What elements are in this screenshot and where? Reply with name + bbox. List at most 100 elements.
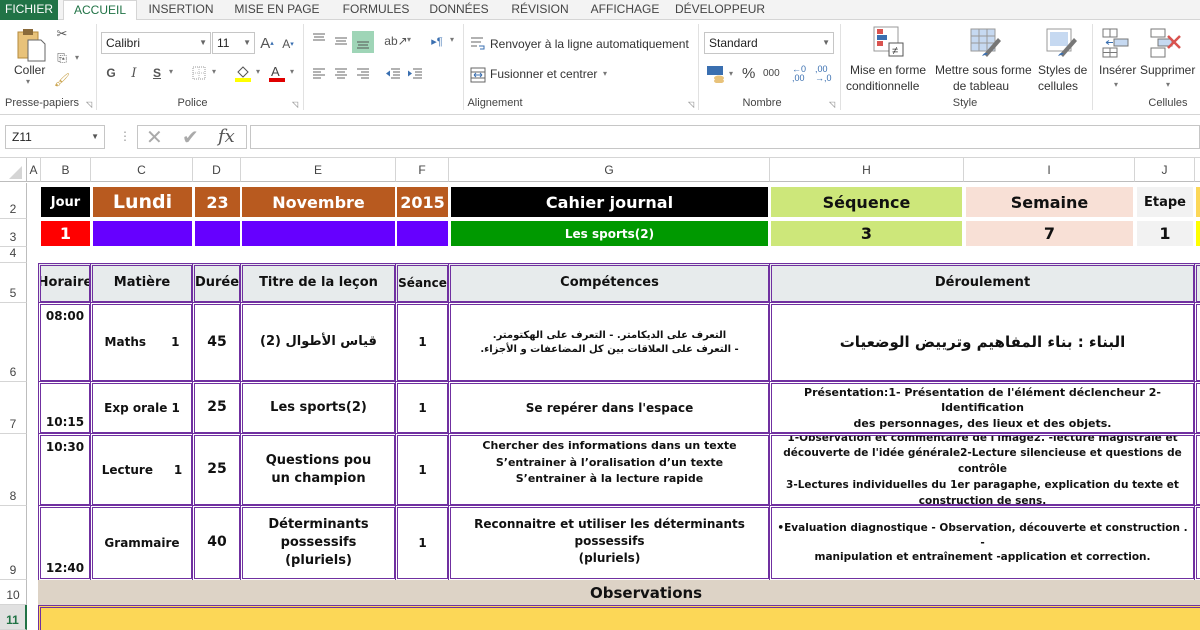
conditional-formatting-label-1[interactable]: Mise en forme — [850, 63, 926, 77]
sequence-label-cell[interactable]: Séquence — [771, 187, 962, 217]
underline-dropdown-icon[interactable]: ▾ — [169, 67, 173, 76]
journal-title-cell[interactable]: Cahier journal — [451, 187, 768, 217]
fill-color-icon[interactable] — [234, 64, 252, 87]
week-label-cell[interactable]: Semaine — [966, 187, 1133, 217]
increase-decimal-icon[interactable]: ←0,00 — [792, 65, 806, 83]
table-row-4-title[interactable]: Déterminants possessifs (pluriels) — [240, 505, 397, 581]
table-row-1-time[interactable]: 08:00 — [38, 302, 92, 383]
copy-icon[interactable]: ⎘ — [53, 49, 71, 67]
column-header-d[interactable]: D — [193, 158, 241, 182]
purple-cell-f3[interactable] — [397, 221, 448, 246]
align-right-icon[interactable] — [356, 67, 370, 86]
clipboard-launcher-icon[interactable]: ◹ — [86, 100, 92, 109]
align-middle-icon[interactable] — [334, 34, 348, 53]
table-row-1-title[interactable]: قياس الأطوال (2) — [240, 302, 397, 383]
tab-accueil[interactable]: ACCUEIL — [63, 0, 137, 21]
row-header-5[interactable]: 5 — [0, 263, 27, 303]
table-row-3-title[interactable]: Questions pou un champion — [240, 433, 397, 507]
day-label-cell[interactable]: Jour — [41, 187, 90, 217]
table-row-4-progress[interactable]: •Evaluation diagnostique - Observation, … — [769, 505, 1196, 581]
cell-styles-icon[interactable] — [1046, 28, 1078, 63]
next-value-cell[interactable] — [1196, 221, 1200, 246]
conditional-formatting-label-2[interactable]: conditionnelle — [846, 79, 919, 93]
borders-icon[interactable] — [192, 66, 206, 85]
insert-cells-button[interactable]: Insérer — [1099, 63, 1136, 77]
table-row-2-progress[interactable]: Présentation:1- Présentation de l'élémen… — [769, 381, 1196, 435]
column-header-i[interactable]: I — [964, 158, 1135, 182]
paste-icon[interactable] — [16, 28, 46, 67]
purple-cell-d3[interactable] — [195, 221, 240, 246]
format-as-table-label-1[interactable]: Mettre sous forme — [935, 63, 1032, 77]
bold-button[interactable]: G — [103, 64, 119, 82]
purple-cell-c3[interactable] — [93, 221, 192, 246]
paste-dropdown-icon[interactable]: ▾ — [26, 77, 30, 86]
table-row-2-time[interactable]: 10:15 — [38, 381, 92, 435]
table-row-4-time[interactable]: 12:40 — [38, 505, 92, 581]
column-header-e[interactable]: E — [241, 158, 396, 182]
table-header-deroulement[interactable]: Déroulement — [769, 263, 1196, 304]
paste-label[interactable]: Coller — [14, 63, 45, 77]
number-format-select[interactable]: Standard ▼ — [704, 32, 834, 54]
table-header-competences[interactable]: Compétences — [448, 263, 771, 304]
italic-button[interactable]: I — [126, 64, 142, 82]
step-value-cell[interactable]: 1 — [1137, 221, 1193, 246]
table-row-3-skills[interactable]: Chercher des informations dans un texte … — [448, 433, 771, 507]
table-row-3-progress[interactable]: 1-Observation et commentaire de l'image2… — [769, 433, 1196, 507]
table-row-1-progress[interactable]: البناء : بناء المفاهيم وترييض الوضعيات — [769, 302, 1196, 383]
table-row-3-extra[interactable] — [1194, 433, 1200, 507]
wrap-text-button[interactable]: Renvoyer à la ligne automatiquement — [490, 37, 689, 51]
align-center-icon[interactable] — [334, 67, 348, 86]
borders-dropdown-icon[interactable]: ▾ — [212, 67, 216, 76]
column-header-h[interactable]: H — [770, 158, 964, 182]
tab-insertion[interactable]: INSERTION — [142, 0, 220, 20]
grow-font-icon[interactable]: A ▴ — [258, 34, 276, 52]
tab-affichage[interactable]: AFFICHAGE — [585, 0, 665, 20]
row-header-3[interactable]: 3 — [0, 219, 27, 247]
font-color-icon[interactable]: A — [268, 64, 286, 87]
table-row-1-duration[interactable]: 45 — [192, 302, 242, 383]
accounting-format-icon[interactable] — [706, 65, 726, 88]
align-top-icon[interactable] — [312, 32, 326, 51]
table-row-3-time[interactable]: 10:30 — [38, 433, 92, 507]
row-header-8[interactable]: 8 — [0, 434, 27, 506]
table-header-duree[interactable]: Durée — [192, 263, 242, 304]
table-row-2-title[interactable]: Les sports(2) — [240, 381, 397, 435]
observations-header[interactable]: Observations — [38, 580, 1200, 605]
table-header-horaire[interactable]: Horaire — [38, 263, 92, 304]
date-day-cell[interactable]: 23 — [195, 187, 240, 217]
column-header-k[interactable] — [1195, 158, 1200, 182]
next-label-cell[interactable] — [1196, 187, 1200, 217]
shrink-font-icon[interactable]: A ▾ — [280, 36, 296, 52]
table-row-3-duration[interactable]: 25 — [192, 433, 242, 507]
cut-icon[interactable]: ✂ — [53, 25, 71, 43]
cancel-icon[interactable]: ✕ — [146, 126, 163, 148]
tab-donnees[interactable]: DONNÉES — [424, 0, 494, 20]
formula-input[interactable] — [250, 125, 1200, 149]
sequence-value-cell[interactable]: 3 — [771, 221, 962, 246]
column-header-j[interactable]: J — [1135, 158, 1195, 182]
font-color-dropdown-icon[interactable]: ▾ — [290, 67, 294, 76]
decrease-decimal-icon[interactable]: ,00 →,0 — [815, 65, 832, 83]
row-header-7[interactable]: 7 — [0, 382, 27, 434]
column-header-g[interactable]: G — [449, 158, 770, 182]
row-header-10[interactable]: 10 — [0, 580, 27, 605]
row-header-6[interactable]: 6 — [0, 303, 27, 382]
copy-dropdown-icon[interactable]: ▾ — [75, 53, 79, 62]
table-row-2-extra[interactable] — [1194, 381, 1200, 435]
insert-function-icon[interactable]: fx — [218, 126, 235, 148]
merge-center-button[interactable]: Fusionner et centrer — [490, 67, 597, 81]
table-row-1-session[interactable]: 1 — [395, 302, 450, 383]
format-as-table-label-2[interactable]: de tableau — [953, 79, 1009, 93]
week-value-cell[interactable]: 7 — [966, 221, 1133, 246]
table-row-2-duration[interactable]: 25 — [192, 381, 242, 435]
text-direction-icon[interactable]: ▸¶ — [428, 32, 446, 50]
purple-cell-e3[interactable] — [242, 221, 395, 246]
table-row-1-skills[interactable]: التعرف على الديكامتر. - التعرف على الهكت… — [448, 302, 771, 383]
thousands-button[interactable]: 000 — [763, 68, 780, 79]
day-number-cell[interactable]: 1 — [41, 221, 90, 246]
month-cell[interactable]: Novembre — [242, 187, 395, 217]
name-box[interactable]: Z11 ▼ — [5, 125, 105, 149]
table-header-seance[interactable]: Séance — [395, 263, 450, 304]
tab-revision[interactable]: RÉVISION — [505, 0, 575, 20]
decrease-indent-icon[interactable] — [385, 67, 401, 86]
